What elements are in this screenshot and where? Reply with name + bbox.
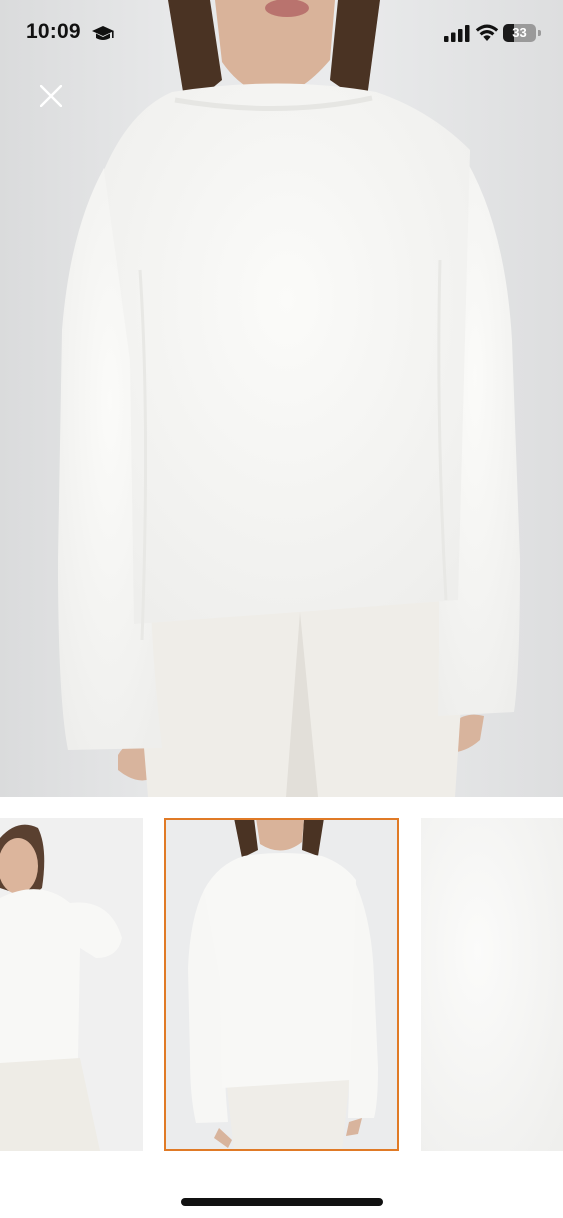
wifi-icon [475,24,499,41]
thumbnail-2-selected[interactable] [164,818,399,1151]
cellular-signal-icon [444,25,470,42]
product-image-viewer: 10:09 33 [0,0,563,1218]
close-button[interactable] [30,76,72,116]
home-indicator[interactable] [181,1198,383,1206]
thumbnail-front-view-image [164,818,399,1151]
status-bar: 10:09 33 [0,0,563,66]
sweater-photo [58,0,520,797]
main-product-image[interactable] [0,0,563,797]
thumbnail-1[interactable] [0,818,143,1151]
graduation-cap-icon [92,26,114,40]
thumbnail-side-view-image [0,818,143,1151]
battery-tip [538,30,541,36]
thumbnail-fabric-closeup-image [421,818,563,1151]
thumbnail-3[interactable] [421,818,563,1151]
battery-icon: 33 [503,24,536,42]
battery-level-label: 33 [512,25,527,40]
status-time: 10:09 [26,20,81,43]
close-icon [40,85,62,107]
